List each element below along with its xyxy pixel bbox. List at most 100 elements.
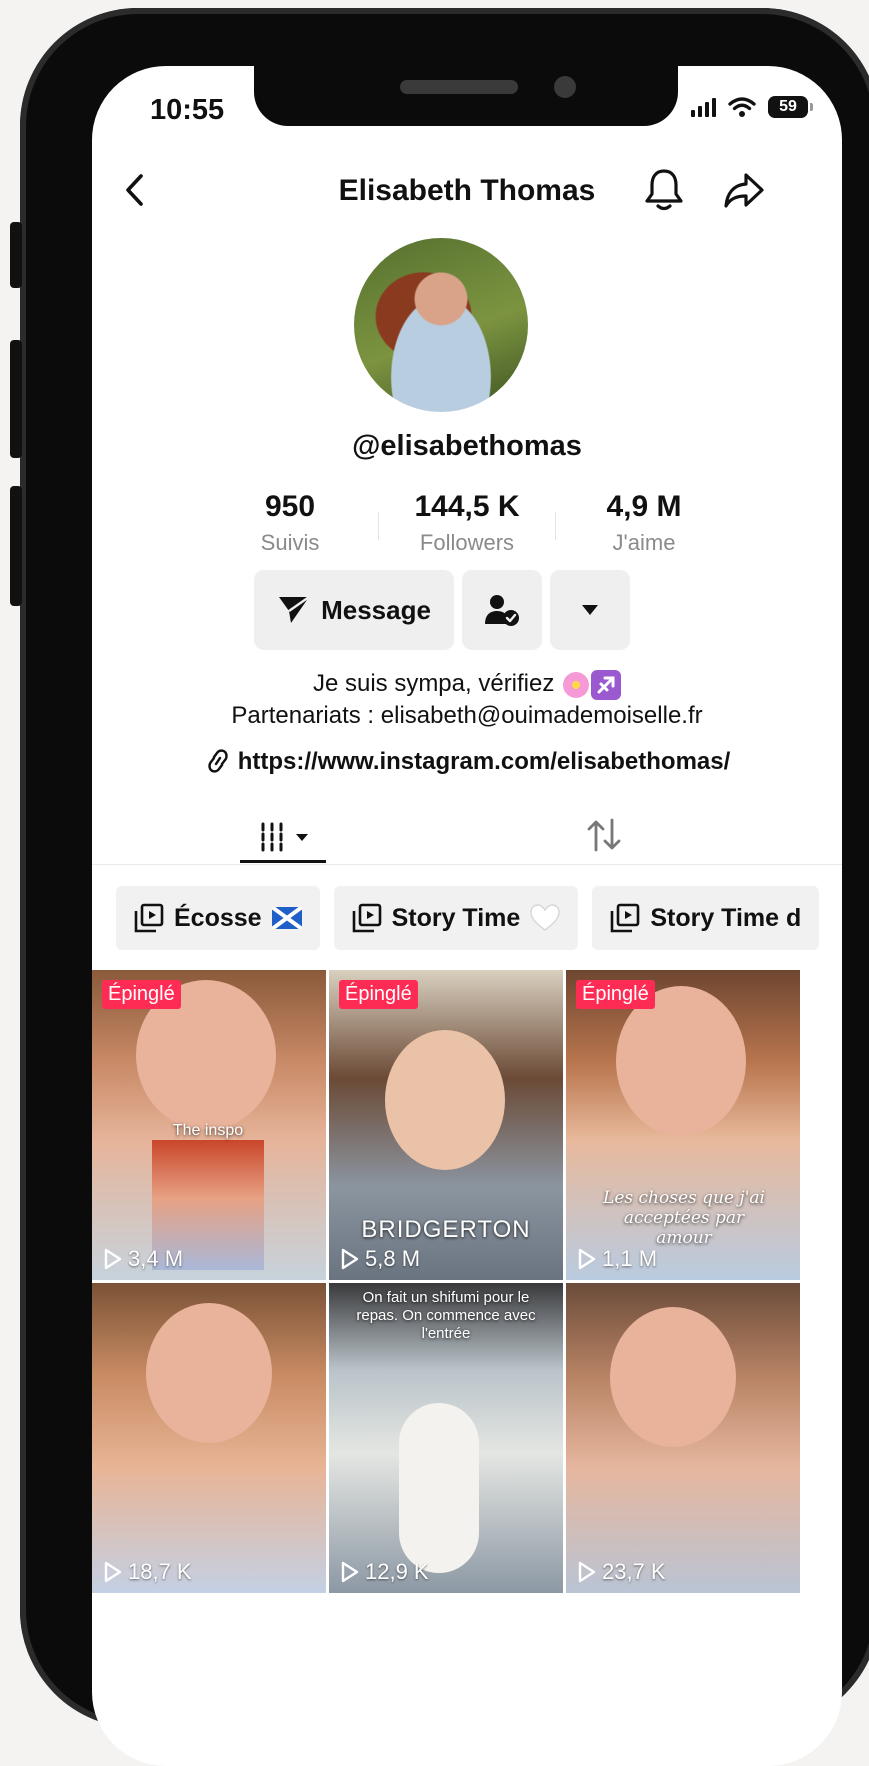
- caret-down-icon: [296, 833, 308, 841]
- thumbnail-face: [610, 1307, 736, 1447]
- content-tabs: [92, 812, 842, 865]
- pinned-badge: Épinglé: [102, 980, 181, 1009]
- playlist-row: Écosse Story Time Story Time d: [116, 886, 820, 950]
- play-icon: [341, 1561, 359, 1583]
- stat-followers[interactable]: 144,5 K Followers: [379, 490, 555, 556]
- tab-reposts[interactable]: [582, 812, 626, 858]
- play-icon: [578, 1561, 596, 1583]
- screen: 10:55 59 Elisabeth Thomas @elisabethomas…: [92, 66, 842, 1766]
- view-count: 1,1 M: [578, 1246, 657, 1272]
- send-icon: [279, 596, 310, 623]
- view-count-value: 5,8 M: [365, 1246, 421, 1271]
- stat-value: 950: [264, 490, 316, 523]
- sagittarius-icon: [591, 669, 622, 700]
- stat-label: Suivis: [260, 530, 320, 555]
- playlist-label: Story Time d: [650, 903, 802, 932]
- stat-following[interactable]: 950 Suivis: [202, 490, 378, 556]
- username-handle: @elisabethomas: [352, 430, 582, 462]
- avatar[interactable]: [354, 238, 528, 412]
- active-tab-indicator: [240, 860, 326, 863]
- thumbnail-caption: Les choses que j'ai acceptées par amour: [603, 1188, 765, 1248]
- stat-value: 144,5 K: [414, 490, 520, 523]
- caret-down-icon: [582, 605, 598, 615]
- thumbnail-face: [385, 1030, 505, 1170]
- share-button[interactable]: [722, 168, 766, 212]
- message-label: Message: [321, 594, 431, 625]
- playlist-chip[interactable]: Écosse: [116, 886, 320, 950]
- bio-line-2: Partenariats : elisabeth@ouimademoiselle…: [231, 702, 703, 729]
- view-count-value: 3,4 M: [128, 1246, 184, 1271]
- user-check-icon: [485, 595, 519, 626]
- stat-value: 4,9 M: [606, 490, 682, 523]
- phone-frame: 10:55 59 Elisabeth Thomas @elisabethomas…: [20, 8, 869, 1766]
- tab-videos[interactable]: [240, 812, 326, 862]
- view-count-value: 1,1 M: [602, 1246, 658, 1271]
- volume-up-button: [10, 340, 22, 458]
- thumbnail-caption: On fait un shifumi pour le repas. On com…: [356, 1289, 536, 1342]
- view-count-value: 12,9 K: [365, 1559, 429, 1584]
- bio-text: Je suis sympa, vérifiez: [312, 670, 555, 697]
- following-status-button[interactable]: [462, 570, 542, 650]
- signal-icon: [691, 97, 716, 117]
- playlist-label: Écosse: [174, 903, 262, 932]
- playlist-icon: [352, 903, 381, 933]
- playlist-chip[interactable]: Story Time d: [592, 886, 820, 950]
- stat-label: Followers: [419, 530, 515, 555]
- speaker: [400, 80, 518, 94]
- more-dropdown-button[interactable]: [550, 570, 630, 650]
- play-icon: [104, 1561, 122, 1583]
- scotland-flag-icon: [271, 907, 302, 929]
- notifications-button[interactable]: [642, 166, 686, 212]
- white-heart-icon: [530, 904, 561, 931]
- view-count: 18,7 K: [104, 1559, 192, 1585]
- profile-link[interactable]: https://www.instagram.com/elisabethomas/: [92, 748, 842, 776]
- stat-likes[interactable]: 4,9 M J'aime: [556, 490, 732, 556]
- videos-grid-icon: [261, 822, 283, 852]
- profile-actions: Message: [254, 570, 630, 650]
- play-icon: [578, 1248, 596, 1270]
- message-button[interactable]: Message: [254, 570, 454, 650]
- camera: [554, 76, 576, 98]
- playlist-chip[interactable]: Story Time: [333, 886, 579, 950]
- thumbnail-caption: BRIDGERTON: [361, 1216, 531, 1243]
- stat-label: J'aime: [612, 530, 676, 555]
- video-thumbnail[interactable]: BRIDGERTON Épinglé 5,8 M: [329, 970, 563, 1280]
- video-thumbnail[interactable]: 18,7 K: [92, 1283, 326, 1593]
- profile-stats: 950 Suivis 144,5 K Followers 4,9 M J'aim…: [202, 490, 732, 556]
- cherry-blossom-icon: [561, 669, 592, 700]
- view-count-value: 18,7 K: [128, 1559, 192, 1584]
- volume-down-button: [10, 486, 22, 606]
- view-count: 23,7 K: [578, 1559, 666, 1585]
- bio: Je suis sympa, vérifiez Partenariats : e…: [92, 668, 842, 732]
- link-text: https://www.instagram.com/elisabethomas/: [237, 748, 731, 775]
- play-icon: [104, 1248, 122, 1270]
- silent-switch: [10, 222, 22, 288]
- bio-line-1: Je suis sympa, vérifiez: [92, 668, 842, 700]
- notch: [254, 66, 678, 126]
- view-count: 3,4 M: [104, 1246, 183, 1272]
- video-thumbnail[interactable]: On fait un shifumi pour le repas. On com…: [329, 1283, 563, 1593]
- repost-icon: [587, 818, 621, 852]
- view-count-value: 23,7 K: [602, 1559, 666, 1584]
- playlist-label: Story Time: [391, 903, 521, 932]
- wifi-icon: [728, 97, 756, 117]
- playlist-icon: [134, 903, 164, 933]
- battery-level: 59: [779, 98, 797, 115]
- view-count: 12,9 K: [341, 1559, 429, 1585]
- status-icons: 59: [691, 96, 813, 118]
- bell-icon: [645, 169, 683, 211]
- video-thumbnail[interactable]: 23,7 K: [566, 1283, 800, 1593]
- play-icon: [341, 1248, 359, 1270]
- video-thumbnail[interactable]: Les choses que j'ai acceptées par amour …: [566, 970, 800, 1280]
- thumbnail-face: [146, 1303, 272, 1443]
- pinned-badge: Épinglé: [339, 980, 418, 1009]
- pinned-badge: Épinglé: [576, 980, 655, 1009]
- thumbnail-person: [399, 1403, 479, 1573]
- status-time: 10:55: [150, 94, 225, 126]
- share-arrow-icon: [724, 173, 764, 208]
- video-thumbnail[interactable]: The inspo Épinglé 3,4 M: [92, 970, 326, 1280]
- playlist-icon: [611, 903, 640, 933]
- link-icon: [208, 749, 228, 773]
- view-count: 5,8 M: [341, 1246, 420, 1272]
- battery-icon: 59: [768, 96, 813, 118]
